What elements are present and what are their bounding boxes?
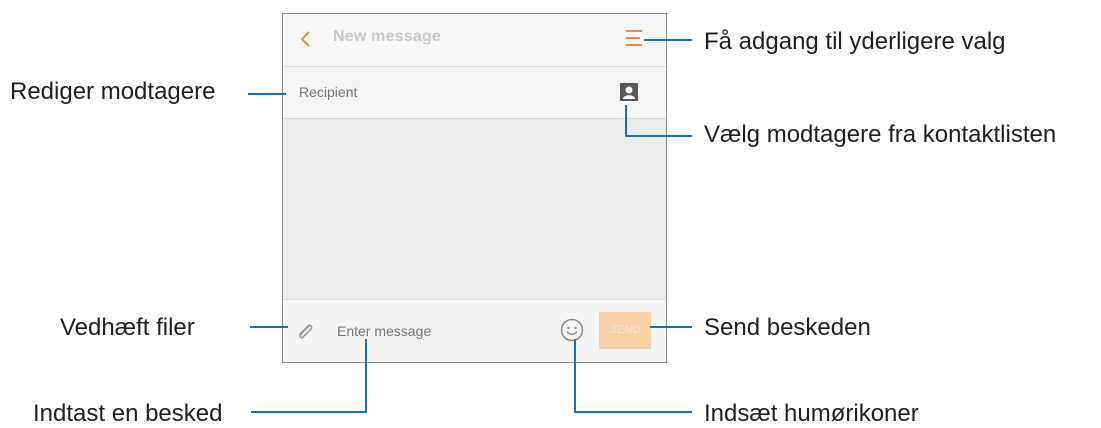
callout-line-message-vertical — [365, 339, 367, 413]
callout-line-emoji-horizontal — [574, 411, 692, 413]
message-input[interactable] — [335, 322, 579, 340]
phone-screen: New message Recipient Enter message SEND — [282, 13, 667, 363]
callout-line-recipient — [248, 93, 286, 95]
callout-line-contacts-horizontal — [625, 135, 692, 137]
emoji-icon[interactable] — [560, 318, 584, 342]
callout-line-contacts — [625, 105, 627, 137]
callout-emoji: Indsæt humørikoner — [704, 400, 919, 427]
menu-button[interactable] — [626, 30, 642, 48]
callout-send: Send beskeden — [704, 314, 871, 341]
callout-line-menu — [644, 39, 692, 41]
callout-attach: Vedhæft filer — [60, 314, 195, 341]
page-title: New message — [333, 28, 442, 45]
recipient-input[interactable] — [297, 83, 581, 101]
message-body-area — [283, 119, 666, 299]
callout-line-emoji-vertical — [574, 339, 576, 413]
recipient-row — [283, 67, 666, 119]
callout-message: Indtast en besked — [33, 400, 223, 427]
callout-line-send — [650, 326, 692, 328]
paperclip-icon[interactable] — [295, 319, 315, 343]
contact-icon[interactable] — [620, 83, 638, 101]
menu-icon — [626, 30, 642, 32]
chevron-left-icon — [300, 31, 310, 47]
callout-line-message-horizontal — [251, 411, 367, 413]
callout-contacts: Vælg modtagere fra kontaktlisten — [704, 121, 1057, 148]
callout-recipient: Rediger modtagere — [10, 78, 216, 105]
callout-menu: Få adgang til yderligere valg — [704, 28, 1006, 55]
callout-line-attach — [250, 326, 288, 328]
composer-bar: SEND — [283, 299, 666, 362]
app-bar: New message — [283, 14, 666, 67]
back-button[interactable] — [297, 27, 317, 51]
send-button[interactable]: SEND — [599, 312, 651, 349]
